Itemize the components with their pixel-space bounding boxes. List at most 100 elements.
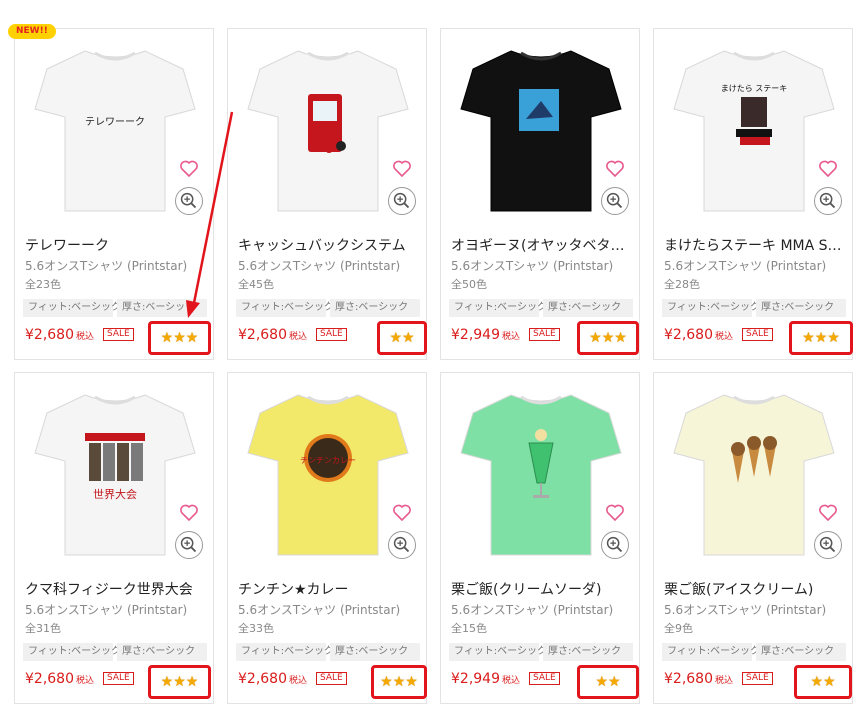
product-subtitle: 5.6オンスTシャツ (Printstar) [25, 259, 188, 273]
fit-tag: フィット:ベーシック [236, 299, 334, 317]
product-title[interactable]: 栗ご飯(クリームソーダ) [451, 579, 636, 599]
product-card[interactable]: チンチンカレー チンチン★カレー 5.6オンスTシャツ (Printstar) … [227, 372, 427, 704]
product-title[interactable]: クマ科フィジーク世界大会 [25, 579, 210, 599]
product-subtitle: 5.6オンスTシャツ (Printstar) [451, 603, 614, 617]
fit-tag: フィット:ベーシック [662, 643, 760, 661]
favorite-heart-icon[interactable] [605, 503, 625, 523]
color-count: 全9色 [664, 622, 693, 635]
favorite-heart-icon[interactable] [392, 503, 412, 523]
star-icon: ★ [608, 674, 621, 690]
fit-tag: フィット:ベーシック [662, 299, 760, 317]
price: ¥2,680 税込 [238, 327, 307, 343]
product-title[interactable]: テレワーーク [25, 235, 210, 255]
favorite-heart-icon[interactable] [605, 159, 625, 179]
price: ¥2,680 税込 [25, 671, 94, 687]
favorite-heart-icon[interactable] [179, 159, 199, 179]
product-subtitle: 5.6オンスTシャツ (Printstar) [238, 259, 401, 273]
price: ¥2,680 税込 [664, 327, 733, 343]
color-count: 全33色 [238, 622, 274, 635]
svg-text:テレワーーク: テレワーーク [85, 116, 145, 128]
star-icon: ★ [392, 674, 406, 690]
svg-text:世界大会: 世界大会 [93, 487, 137, 501]
star-icon: ★ [601, 330, 615, 346]
color-count: 全45色 [238, 278, 274, 291]
star-icon: ★ [589, 330, 602, 346]
zoom-icon[interactable] [601, 531, 629, 559]
color-count: 全15色 [451, 622, 487, 635]
zoom-icon[interactable] [814, 187, 842, 215]
svg-text:まけたら ステーキ: まけたら ステーキ [721, 84, 788, 93]
zoom-icon[interactable] [175, 531, 203, 559]
product-title[interactable]: キャッシュバックシステム [238, 235, 423, 255]
new-badge: NEW!! [8, 24, 56, 39]
zoom-icon[interactable] [388, 187, 416, 215]
price-value: ¥2,680 [664, 671, 713, 687]
fit-tag: フィット:ベーシック [449, 299, 547, 317]
price: ¥2,680 税込 [25, 327, 94, 343]
product-card[interactable]: テレワーーク テレワーーク 5.6オンスTシャツ (Printstar) 全23… [14, 28, 214, 360]
favorite-heart-icon[interactable] [179, 503, 199, 523]
product-card[interactable]: オヨギーヌ(オヤッタベタ… 5.6オンスTシャツ (Printstar) 全50… [440, 28, 640, 360]
sale-badge: SALE [103, 672, 134, 685]
zoom-icon[interactable] [175, 187, 203, 215]
star-icon: ★ [402, 330, 415, 346]
product-title[interactable]: オヨギーヌ(オヤッタベタ… [451, 235, 636, 255]
star-icon: ★ [595, 674, 608, 690]
sale-badge: SALE [529, 328, 560, 341]
tax-label: 税込 [715, 332, 734, 342]
fit-tag: フィット:ベーシック [23, 299, 121, 317]
star-icon: ★ [185, 330, 199, 346]
svg-text:チンチンカレー: チンチンカレー [300, 456, 356, 465]
thickness-tag: 厚さ:ベーシック [330, 299, 420, 317]
product-card[interactable]: 栗ご飯(クリームソーダ) 5.6オンスTシャツ (Printstar) 全15色… [440, 372, 640, 704]
thickness-tag: 厚さ:ベーシック [117, 299, 207, 317]
product-card[interactable]: まけたら ステーキ まけたらステーキ MMA S… 5.6オンスTシャツ (Pr… [653, 28, 853, 360]
price: ¥2,949 税込 [451, 327, 520, 343]
star-icon: ★ [185, 674, 199, 690]
rating-highlight-box: ★ ★ [377, 321, 427, 355]
fit-tag: フィット:ベーシック [236, 643, 334, 661]
price: ¥2,680 税込 [664, 671, 733, 687]
product-subtitle: 5.6オンスTシャツ (Printstar) [664, 259, 827, 273]
star-icon: ★ [405, 674, 418, 690]
tax-label: 税込 [715, 676, 734, 686]
zoom-icon[interactable] [601, 187, 629, 215]
color-count: 全28色 [664, 278, 700, 291]
price-value: ¥2,949 [451, 671, 500, 687]
star-icon: ★ [614, 330, 627, 346]
rating-highlight-box: ★ ★ [794, 665, 852, 699]
product-subtitle: 5.6オンスTシャツ (Printstar) [25, 603, 188, 617]
fit-tag: フィット:ベーシック [23, 643, 121, 661]
favorite-heart-icon[interactable] [818, 159, 838, 179]
zoom-icon[interactable] [814, 531, 842, 559]
favorite-heart-icon[interactable] [818, 503, 838, 523]
product-card[interactable]: 栗ご飯(アイスクリーム) 5.6オンスTシャツ (Printstar) 全9色 … [653, 372, 853, 704]
star-icon: ★ [160, 674, 174, 690]
tax-label: 税込 [502, 332, 521, 342]
product-card[interactable]: 世界大会 クマ科フィジーク世界大会 5.6オンスTシャツ (Printstar)… [14, 372, 214, 704]
star-icon: ★ [389, 330, 402, 346]
star-icon: ★ [827, 330, 840, 346]
tax-label: 税込 [76, 332, 95, 342]
thickness-tag: 厚さ:ベーシック [117, 643, 207, 661]
zoom-icon[interactable] [388, 531, 416, 559]
star-icon: ★ [380, 674, 393, 690]
tax-label: 税込 [289, 676, 308, 686]
product-subtitle: 5.6オンスTシャツ (Printstar) [451, 259, 614, 273]
color-count: 全23色 [25, 278, 61, 291]
star-icon: ★ [814, 330, 828, 346]
product-title[interactable]: 栗ご飯(アイスクリーム) [664, 579, 849, 599]
product-title[interactable]: チンチン★カレー [238, 579, 423, 599]
price-value: ¥2,680 [25, 327, 74, 343]
product-card[interactable]: キャッシュバックシステム 5.6オンスTシャツ (Printstar) 全45色… [227, 28, 427, 360]
sale-badge: SALE [529, 672, 560, 685]
rating-highlight-box: ★ ★ ★ [148, 321, 211, 355]
product-title[interactable]: まけたらステーキ MMA S… [664, 235, 849, 255]
rating-highlight-box: ★ ★ ★ [789, 321, 853, 355]
favorite-heart-icon[interactable] [392, 159, 412, 179]
tax-label: 税込 [76, 676, 95, 686]
star-icon: ★ [802, 330, 815, 346]
sale-badge: SALE [316, 672, 347, 685]
product-subtitle: 5.6オンスTシャツ (Printstar) [238, 603, 401, 617]
rating-highlight-box: ★ ★ ★ [148, 665, 211, 699]
